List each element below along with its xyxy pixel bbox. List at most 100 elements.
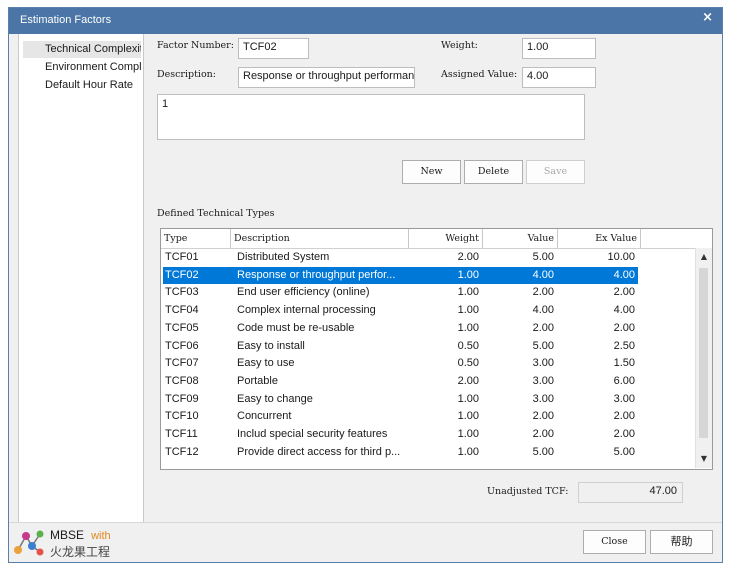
cell-weight: 1.00 bbox=[457, 304, 479, 317]
cell-type: TCF08 bbox=[165, 374, 199, 387]
factor-number-field[interactable]: TCF02 bbox=[238, 38, 309, 59]
unadjusted-tcf-label: Unadjusted TCF: bbox=[487, 486, 569, 497]
scroll-down-icon[interactable]: ▼ bbox=[698, 453, 710, 465]
cell-ex-value: 4.00 bbox=[613, 304, 635, 317]
header-weight[interactable]: Weight bbox=[409, 229, 483, 248]
header-description[interactable]: Description bbox=[231, 229, 409, 248]
table-caption: Defined Technical Types bbox=[157, 208, 275, 219]
factor-category-list: Technical Complexity Factors Environment… bbox=[18, 34, 144, 523]
cell-weight: 1.00 bbox=[457, 268, 479, 281]
header-ex-value[interactable]: Ex Value bbox=[558, 229, 641, 248]
cell-value: 2.00 bbox=[532, 286, 554, 299]
table-row[interactable]: TCF07 Easy to use 0.50 3.00 1.50 bbox=[163, 355, 638, 373]
cell-value: 4.00 bbox=[532, 304, 554, 317]
cell-ex-value: 1.50 bbox=[613, 357, 635, 370]
cell-value: 3.00 bbox=[532, 357, 554, 370]
cell-weight: 0.50 bbox=[457, 339, 479, 352]
assigned-value-field[interactable]: 4.00 bbox=[522, 67, 596, 88]
cell-description: Easy to change bbox=[237, 392, 313, 405]
cell-description: Concurrent bbox=[237, 410, 292, 423]
help-button[interactable]: 帮助 bbox=[650, 530, 713, 554]
close-window-icon[interactable]: × bbox=[702, 10, 713, 25]
cell-weight: 1.00 bbox=[457, 410, 479, 423]
cell-type: TCF03 bbox=[165, 286, 199, 299]
table-row[interactable]: TCF09 Easy to change 1.00 3.00 3.00 bbox=[163, 391, 638, 409]
nav-item-technical-complexity[interactable]: Technical Complexity Factors bbox=[23, 41, 141, 58]
scroll-up-icon[interactable]: ▲ bbox=[698, 251, 710, 263]
table-row[interactable]: TCF06 Easy to install 0.50 5.00 2.50 bbox=[163, 338, 638, 356]
cell-weight: 0.50 bbox=[457, 357, 479, 370]
cell-description: Includ special security features bbox=[237, 428, 388, 440]
cell-ex-value: 6.00 bbox=[613, 374, 635, 387]
table-row[interactable]: TCF10 Concurrent 1.00 2.00 2.00 bbox=[163, 408, 638, 426]
cell-type: TCF12 bbox=[165, 445, 199, 458]
cell-description: Code must be re-usable bbox=[237, 321, 355, 334]
header-value[interactable]: Value bbox=[483, 229, 558, 248]
cell-type: TCF09 bbox=[165, 392, 199, 405]
cell-description: Distributed System bbox=[237, 251, 330, 263]
cell-ex-value: 2.50 bbox=[613, 339, 635, 352]
close-button[interactable]: Close bbox=[583, 530, 646, 554]
cell-description: End user efficiency (online) bbox=[237, 286, 370, 299]
cell-value: 3.00 bbox=[532, 392, 554, 405]
cell-value: 5.00 bbox=[532, 251, 554, 263]
new-button[interactable]: New bbox=[402, 160, 461, 184]
scroll-thumb[interactable] bbox=[699, 268, 708, 438]
cell-weight: 1.00 bbox=[457, 286, 479, 299]
cell-type: TCF11 bbox=[165, 428, 198, 440]
cell-value: 5.00 bbox=[532, 445, 554, 458]
table-row[interactable]: TCF01 Distributed System 2.00 5.00 10.00 bbox=[163, 249, 638, 267]
title-bar: Estimation Factors × bbox=[9, 8, 722, 34]
description-label: Description: bbox=[157, 69, 216, 80]
save-button[interactable]: Save bbox=[526, 160, 585, 184]
cell-ex-value: 10.00 bbox=[607, 251, 635, 263]
weight-field[interactable]: 1.00 bbox=[522, 38, 596, 59]
cell-value: 3.00 bbox=[532, 374, 554, 387]
cell-value: 5.00 bbox=[532, 339, 554, 352]
delete-button[interactable]: Delete bbox=[464, 160, 523, 184]
table-row[interactable]: TCF03 End user efficiency (online) 1.00 2.0… bbox=[163, 284, 638, 302]
table-row[interactable]: TCF05 Code must be re-usable 1.00 2.00 2.00 bbox=[163, 320, 638, 338]
table-row[interactable]: TCF04 Complex internal processing 1.00 4.00… bbox=[163, 302, 638, 320]
cell-type: TCF05 bbox=[165, 321, 199, 334]
cell-ex-value: 2.00 bbox=[613, 410, 635, 423]
cell-value: 2.00 bbox=[532, 410, 554, 423]
table-row[interactable]: TCF12 Provide direct access for third p..… bbox=[163, 444, 638, 462]
logo-with: with bbox=[91, 530, 111, 542]
cell-ex-value: 2.00 bbox=[613, 428, 635, 440]
estimation-factors-dialog: Estimation Factors × Technical Complexit… bbox=[8, 7, 723, 563]
cell-ex-value: 2.00 bbox=[613, 286, 635, 299]
cell-type: TCF10 bbox=[165, 410, 199, 423]
molecule-icon bbox=[14, 530, 44, 556]
notes-textarea[interactable]: 1 bbox=[157, 94, 585, 140]
nav-item-environment-complexity[interactable]: Environment Complexity Factors bbox=[23, 59, 141, 76]
logo-text: MBSE with 火龙果工程 bbox=[50, 528, 111, 560]
header-type[interactable]: Type bbox=[161, 229, 231, 248]
nav-item-default-hour-rate[interactable]: Default Hour Rate bbox=[23, 77, 141, 94]
table-row[interactable]: TCF11 Includ special security features 1.0… bbox=[163, 426, 638, 444]
cell-ex-value: 5.00 bbox=[613, 445, 635, 458]
cell-ex-value: 3.00 bbox=[613, 392, 635, 405]
table-vertical-scrollbar[interactable]: ▲ ▼ bbox=[695, 248, 712, 468]
cell-type: TCF06 bbox=[165, 339, 199, 352]
cell-weight: 1.00 bbox=[457, 392, 479, 405]
logo-mbse: MBSE bbox=[50, 528, 85, 542]
description-field[interactable]: Response or throughput performance bbox=[238, 67, 415, 88]
cell-description: Response or throughput perfor... bbox=[237, 268, 396, 281]
technical-types-table: Type Description Weight Value Ex Value T… bbox=[160, 228, 713, 470]
table-header: Type Description Weight Value Ex Value bbox=[161, 229, 712, 249]
cell-value: 4.00 bbox=[532, 268, 554, 281]
cell-weight: 2.00 bbox=[457, 251, 479, 263]
unadjusted-tcf-value: 47.00 bbox=[578, 482, 683, 503]
table-row[interactable]: TCF02 Response or throughput perfor... 1.0… bbox=[163, 266, 638, 285]
factor-number-label: Factor Number: bbox=[157, 40, 234, 51]
weight-label: Weight: bbox=[441, 40, 478, 51]
footer-divider bbox=[9, 522, 722, 523]
cell-type: TCF02 bbox=[165, 268, 199, 281]
cell-value: 2.00 bbox=[532, 428, 554, 440]
cell-value: 2.00 bbox=[532, 321, 554, 334]
cell-description: Complex internal processing bbox=[237, 304, 376, 317]
cell-description: Easy to use bbox=[237, 357, 295, 370]
window-title: Estimation Factors bbox=[20, 14, 112, 26]
table-row[interactable]: TCF08 Portable 2.00 3.00 6.00 bbox=[163, 373, 638, 391]
